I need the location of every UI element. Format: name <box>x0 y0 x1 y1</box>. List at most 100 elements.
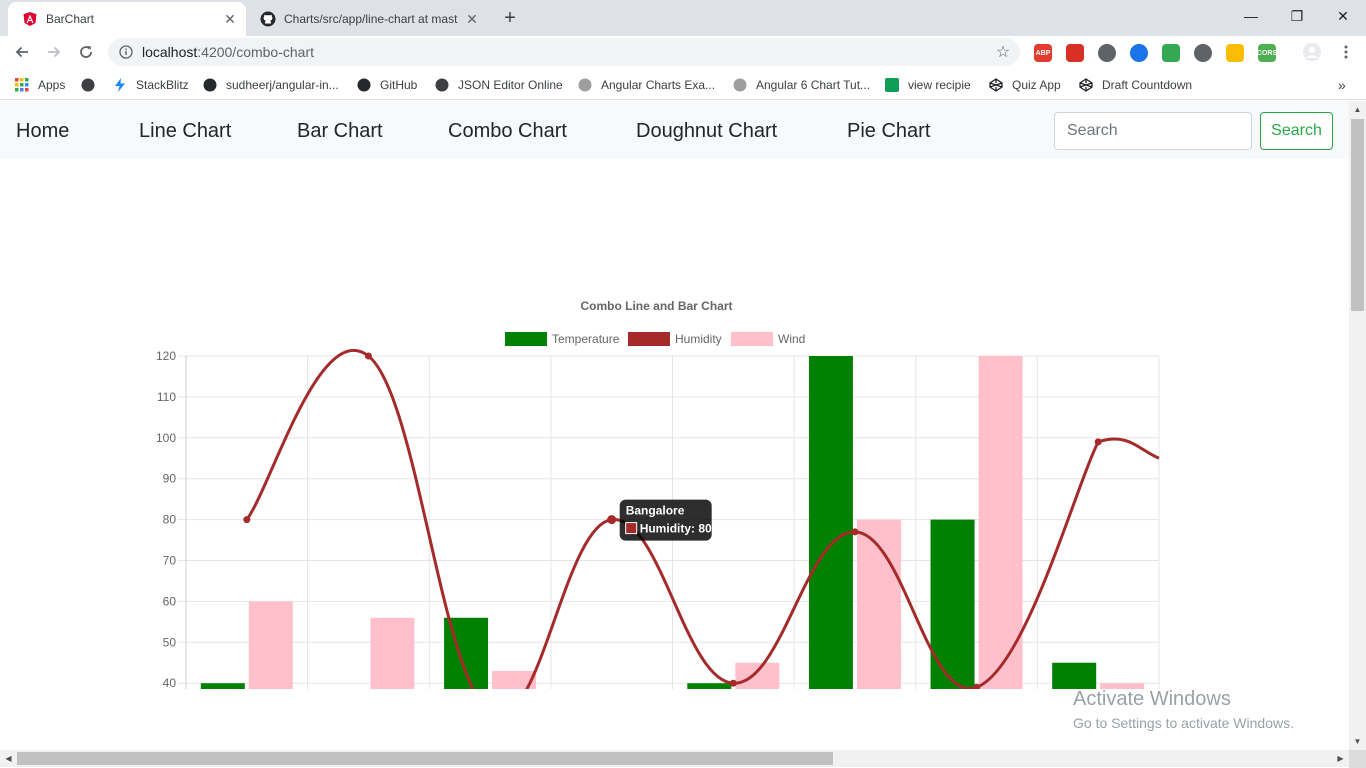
y-tick-label: 100 <box>156 431 176 445</box>
bulb-icon[interactable] <box>1226 44 1244 62</box>
humidity-point <box>364 352 372 360</box>
github-icon <box>202 77 218 93</box>
scroll-left-arrow-icon[interactable]: ◀ <box>0 750 17 767</box>
globe-icon <box>80 77 96 93</box>
tab-strip: BarChart ✕ Charts/src/app/line-chart at … <box>0 0 1366 36</box>
app-navbar: Home Line Chart Bar Chart Combo Chart Do… <box>0 101 1349 159</box>
bookmark-item[interactable]: Angular 6 Chart Tut... <box>732 76 870 94</box>
bar-wind <box>978 356 1023 689</box>
combo-chart[interactable]: Combo Line and Bar Chart Temperature Humid… <box>0 159 1349 689</box>
url-path: :4200/combo-chart <box>197 44 314 60</box>
scroll-down-arrow-icon[interactable]: ▼ <box>1349 733 1366 750</box>
tab-github[interactable]: Charts/src/app/line-chart at mast ✕ <box>246 2 488 36</box>
bookmark-item[interactable]: sudheerj/angular-in... <box>202 76 339 94</box>
close-tab-icon[interactable]: ✕ <box>462 9 482 29</box>
angular-icon <box>22 11 38 27</box>
bookmark-item[interactable]: view recipie <box>884 76 971 94</box>
y-tick-label: 120 <box>156 349 176 363</box>
bookmark-label: JSON Editor Online <box>458 78 563 92</box>
minimize-button[interactable]: — <box>1228 0 1274 32</box>
page-content: Home Line Chart Bar Chart Combo Chart Do… <box>0 101 1349 750</box>
maximize-button[interactable]: ❐ <box>1274 0 1320 32</box>
legend-label: Wind <box>778 332 805 346</box>
bookmark-item[interactable] <box>80 76 104 94</box>
nav-bar-chart[interactable]: Bar Chart <box>297 120 383 143</box>
bookmarks-overflow-button[interactable]: » <box>1338 76 1346 94</box>
shield-check-icon[interactable] <box>1162 44 1180 62</box>
forward-button[interactable] <box>42 40 66 64</box>
nav-pie-chart[interactable]: Pie Chart <box>847 120 930 143</box>
bookmarks-bar: Apps StackBlitz sudheerj/angular-in... GitH… <box>0 68 1366 100</box>
y-tick-label: 70 <box>163 554 177 568</box>
humidity-point <box>729 679 737 687</box>
avatar-icon <box>1303 43 1321 61</box>
scroll-up-arrow-icon[interactable]: ▲ <box>1349 101 1366 118</box>
bookmark-item[interactable]: Angular Charts Exa... <box>577 76 715 94</box>
tab-title: Charts/src/app/line-chart at mast <box>284 12 458 26</box>
humidity-point <box>243 516 251 524</box>
search-input[interactable] <box>1054 112 1252 150</box>
bookmark-item[interactable]: GitHub <box>356 76 417 94</box>
menu-kebab-icon[interactable] <box>1334 40 1358 64</box>
y-tick-label: 60 <box>163 594 177 608</box>
arrow-left-icon <box>15 46 28 58</box>
bookmark-item[interactable]: Apps <box>14 76 65 94</box>
codepen-icon <box>1078 77 1094 93</box>
bookmark-label: Quiz App <box>1012 78 1061 92</box>
nav-doughnut-chart[interactable]: Doughnut Chart <box>636 120 777 143</box>
horizontal-scroll-thumb[interactable] <box>17 752 833 765</box>
back-button[interactable] <box>10 40 34 64</box>
nav-home[interactable]: Home <box>16 120 69 143</box>
watermark-subtitle: Go to Settings to activate Windows. <box>1073 715 1294 731</box>
close-window-button[interactable]: ✕ <box>1320 0 1366 32</box>
new-tab-button[interactable]: + <box>498 6 522 30</box>
browser-toolbar: localhost:4200/combo-chart ☆ ABP CORS <box>0 36 1366 68</box>
speedometer-icon[interactable] <box>1098 44 1116 62</box>
legend-label: Humidity <box>675 332 722 346</box>
bookmark-label: StackBlitz <box>136 78 189 92</box>
bookmark-item[interactable]: StackBlitz <box>112 76 189 94</box>
url-text: localhost:4200/combo-chart <box>142 44 314 60</box>
activate-windows-watermark: Activate Windows Go to Settings to activ… <box>1073 688 1294 731</box>
nav-combo-chart[interactable]: Combo Chart <box>448 120 567 143</box>
tab-barchart[interactable]: BarChart ✕ <box>8 2 246 36</box>
bookmark-item[interactable]: JSON Editor Online <box>434 76 563 94</box>
adblock-plus-icon[interactable]: ABP <box>1034 44 1052 62</box>
info-icon[interactable] <box>118 44 134 60</box>
owl-icon[interactable] <box>1194 44 1212 62</box>
scroll-right-arrow-icon[interactable]: ▶ <box>1332 750 1349 767</box>
bookmark-item[interactable]: Quiz App <box>988 76 1061 94</box>
vertical-scroll-thumb[interactable] <box>1351 119 1364 311</box>
bookmark-label: Angular 6 Chart Tut... <box>756 78 871 92</box>
close-tab-icon[interactable]: ✕ <box>220 9 240 29</box>
codepen-icon <box>988 77 1004 93</box>
search-button[interactable]: Search <box>1260 112 1333 150</box>
reload-button[interactable] <box>74 40 98 64</box>
github-icon <box>260 11 276 27</box>
humidity-point <box>1094 438 1102 446</box>
bookmark-item[interactable]: Draft Countdown <box>1078 76 1192 94</box>
link-icon <box>732 77 748 93</box>
tab-title: BarChart <box>46 12 95 26</box>
bar-wind <box>735 662 780 689</box>
block-icon[interactable] <box>1130 44 1148 62</box>
tooltip-swatch <box>625 522 638 535</box>
adblock-icon[interactable] <box>1066 44 1084 62</box>
nav-line-chart[interactable]: Line Chart <box>139 120 231 143</box>
recipe-icon <box>884 77 900 93</box>
legend-label: Temperature <box>552 332 620 346</box>
profile-avatar[interactable] <box>1300 40 1324 64</box>
humidity-point <box>607 515 617 525</box>
arrow-right-icon <box>48 46 61 58</box>
reload-icon <box>80 46 92 58</box>
json-editor-icon <box>434 77 450 93</box>
cors-icon[interactable]: CORS <box>1257 44 1277 62</box>
bookmark-label: view recipie <box>908 78 971 92</box>
stackblitz-icon <box>112 77 128 93</box>
horizontal-scrollbar[interactable]: ◀ ▶ <box>0 750 1349 767</box>
bookmark-label: Draft Countdown <box>1102 78 1193 92</box>
address-bar[interactable]: localhost:4200/combo-chart ☆ <box>108 38 1020 66</box>
bookmark-star-icon[interactable]: ☆ <box>994 43 1012 61</box>
bookmark-label: GitHub <box>380 78 418 92</box>
vertical-scrollbar[interactable]: ▲ ▼ <box>1349 101 1366 750</box>
